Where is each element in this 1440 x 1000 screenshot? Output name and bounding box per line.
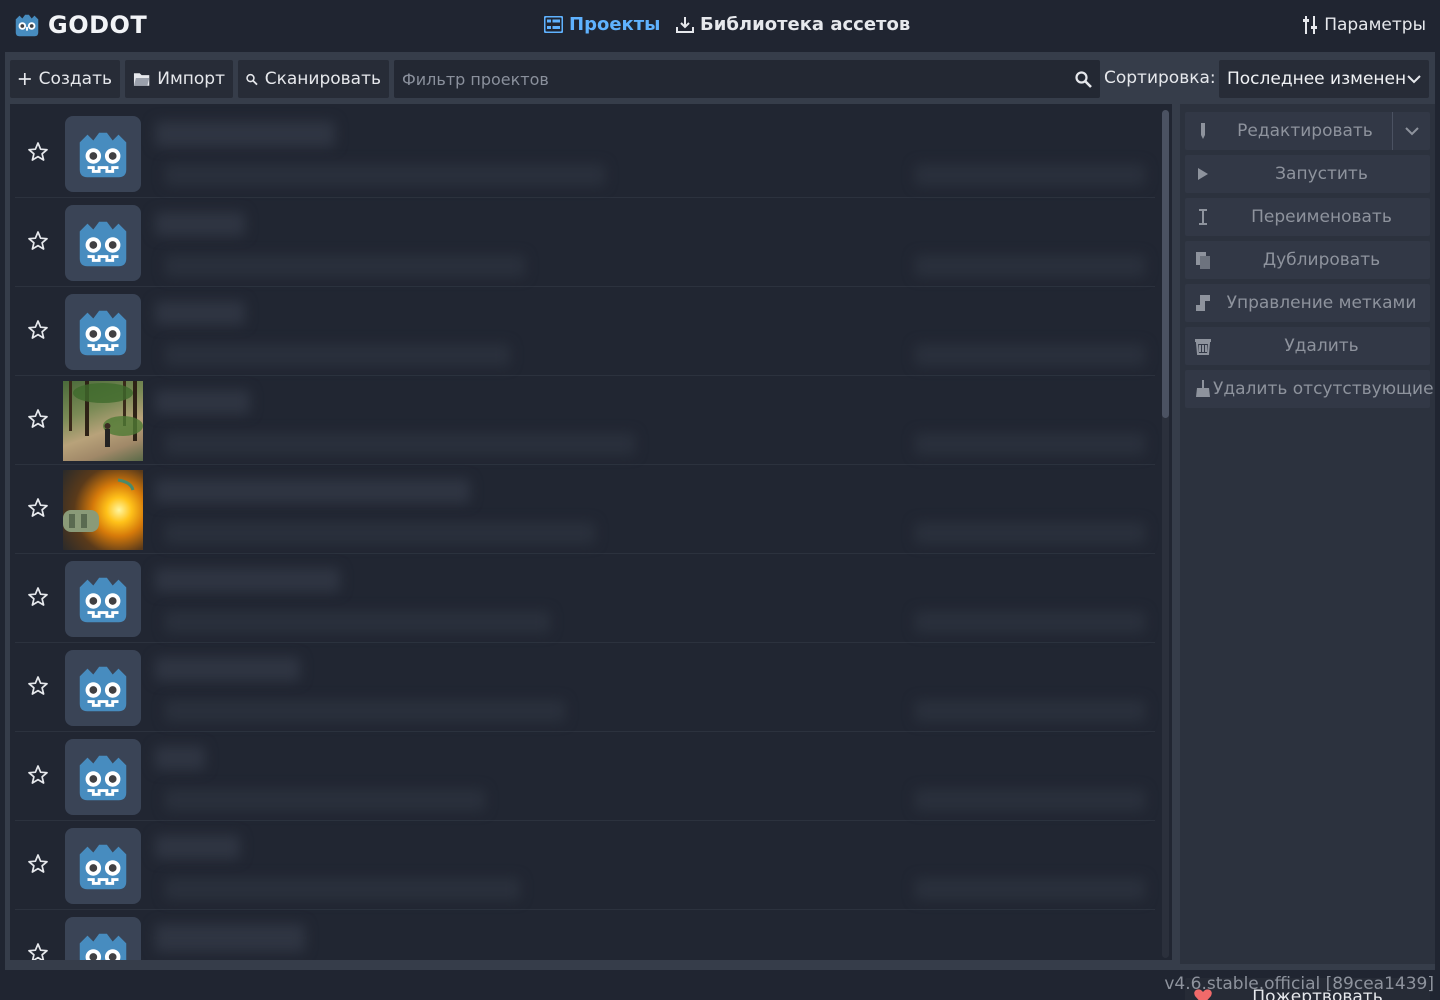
- project-row[interactable]: [15, 643, 1155, 732]
- favorite-star-icon[interactable]: [27, 764, 49, 786]
- logo-text: GODOT: [48, 11, 148, 39]
- top-bar: GODOT Проекты Библиотека ассетов Парамет…: [0, 0, 1440, 52]
- tab-asset-library-label: Библиотека ассетов: [700, 14, 911, 35]
- godot-logo: GODOT: [12, 10, 147, 40]
- broom-icon: [1196, 380, 1210, 397]
- chevron-down-icon: [1407, 75, 1421, 84]
- project-row[interactable]: [15, 554, 1155, 643]
- edit-button[interactable]: Редактировать: [1185, 112, 1430, 150]
- folder-icon: [133, 73, 150, 86]
- pencil-icon: [1201, 123, 1205, 139]
- trash-icon: [1195, 339, 1211, 355]
- create-button[interactable]: Создать: [10, 60, 120, 98]
- edit-options-dropdown[interactable]: [1392, 112, 1430, 150]
- run-label: Запустить: [1275, 164, 1368, 184]
- favorite-star-icon[interactable]: [27, 675, 49, 697]
- project-row[interactable]: [15, 732, 1155, 821]
- machine-screenshot-thumbnail: [63, 470, 143, 550]
- scan-button[interactable]: Сканировать: [238, 60, 389, 98]
- godot-icon: [65, 294, 141, 370]
- project-list-scrollbar[interactable]: [1162, 110, 1169, 958]
- manage-tags-button[interactable]: Управление метками: [1185, 284, 1430, 322]
- run-button[interactable]: Запустить: [1185, 155, 1430, 193]
- project-row[interactable]: [15, 376, 1155, 465]
- duplicate-icon: [1196, 252, 1210, 269]
- favorite-star-icon[interactable]: [27, 408, 49, 430]
- godot-icon: [65, 917, 141, 960]
- settings-button[interactable]: Параметры: [1302, 15, 1426, 35]
- project-manager-panel: Создать Импорт Сканировать Сортировка: П…: [5, 52, 1435, 1000]
- chevron-down-icon: [1404, 127, 1419, 136]
- create-label: Создать: [38, 69, 112, 89]
- tab-projects-label: Проекты: [569, 14, 661, 35]
- godot-icon: [65, 828, 141, 904]
- version-label: v4.6.stable.official [89cea1439]: [1164, 974, 1434, 994]
- sort-value: Последнее изменен: [1227, 69, 1407, 89]
- manage-tags-label: Управление метками: [1226, 293, 1417, 313]
- godot-icon: [65, 650, 141, 726]
- import-label: Импорт: [157, 69, 225, 89]
- project-row[interactable]: [15, 465, 1155, 554]
- favorite-star-icon[interactable]: [27, 586, 49, 608]
- remove-missing-button[interactable]: Удалить отсутствующие: [1185, 370, 1434, 408]
- godot-logo-icon: [15, 14, 39, 37]
- sort-label: Сортировка:: [1104, 68, 1216, 88]
- download-icon: [676, 16, 694, 33]
- project-row[interactable]: [15, 821, 1155, 910]
- forest-screenshot-thumbnail: [63, 381, 143, 461]
- import-button[interactable]: Импорт: [125, 60, 233, 98]
- text-cursor-icon: [1199, 209, 1207, 225]
- favorite-star-icon[interactable]: [27, 230, 49, 252]
- godot-icon: [65, 561, 141, 637]
- rename-label: Переименовать: [1251, 207, 1392, 227]
- project-row[interactable]: [15, 109, 1155, 198]
- plus-icon: [18, 72, 31, 86]
- settings-label: Параметры: [1324, 15, 1426, 35]
- duplicate-button[interactable]: Дублировать: [1185, 241, 1430, 279]
- favorite-star-icon[interactable]: [27, 942, 49, 960]
- scan-label: Сканировать: [264, 69, 381, 89]
- godot-icon: [65, 739, 141, 815]
- project-actions-panel: Редактировать Запустить Переименовать Ду…: [1180, 104, 1435, 1000]
- search-icon: [246, 73, 258, 85]
- edit-label: Редактировать: [1237, 121, 1373, 141]
- favorite-star-icon[interactable]: [27, 853, 49, 875]
- project-filter: [394, 60, 1100, 98]
- tab-asset-library[interactable]: Библиотека ассетов: [676, 14, 910, 35]
- sort-dropdown[interactable]: Последнее изменен: [1219, 60, 1429, 98]
- tag-icon: [1196, 295, 1210, 311]
- project-row[interactable]: [15, 287, 1155, 376]
- project-row[interactable]: [15, 198, 1155, 287]
- duplicate-label: Дублировать: [1262, 250, 1381, 270]
- favorite-star-icon[interactable]: [27, 497, 49, 519]
- godot-icon: [65, 116, 141, 192]
- projects-list-icon: [544, 16, 563, 33]
- remove-button[interactable]: Удалить: [1185, 327, 1430, 365]
- remove-label: Удалить: [1284, 336, 1359, 356]
- godot-icon: [65, 205, 141, 281]
- project-row[interactable]: [15, 910, 1155, 960]
- sliders-icon: [1303, 16, 1318, 34]
- remove-missing-label: Удалить отсутствующие: [1213, 379, 1434, 399]
- favorite-star-icon[interactable]: [27, 141, 49, 163]
- project-list[interactable]: [10, 104, 1172, 960]
- filter-input[interactable]: [402, 69, 1075, 89]
- filter-search-icon: [1075, 70, 1092, 88]
- play-icon: [1198, 168, 1208, 180]
- scrollbar-thumb[interactable]: [1162, 110, 1169, 418]
- rename-button[interactable]: Переименовать: [1185, 198, 1430, 236]
- favorite-star-icon[interactable]: [27, 319, 49, 341]
- tab-projects[interactable]: Проекты: [544, 14, 660, 35]
